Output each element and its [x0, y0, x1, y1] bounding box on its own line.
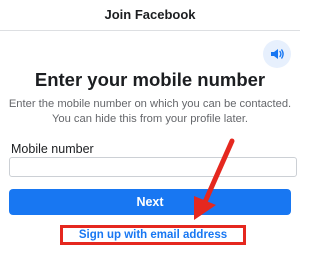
email-signup-highlight: Sign up with email address [60, 225, 246, 245]
mobile-number-label: Mobile number [11, 142, 94, 156]
speaker-icon [271, 49, 284, 59]
sign-up-with-email-link[interactable]: Sign up with email address [79, 229, 227, 241]
next-button[interactable]: Next [9, 189, 291, 215]
top-bar: Join Facebook [0, 0, 300, 31]
page-title: Join Facebook [104, 7, 196, 22]
main-heading: Enter your mobile number [34, 69, 266, 90]
description-text: Enter the mobile number on which you can… [8, 98, 292, 125]
audio-button[interactable] [263, 40, 291, 68]
mobile-number-input[interactable] [9, 157, 297, 177]
